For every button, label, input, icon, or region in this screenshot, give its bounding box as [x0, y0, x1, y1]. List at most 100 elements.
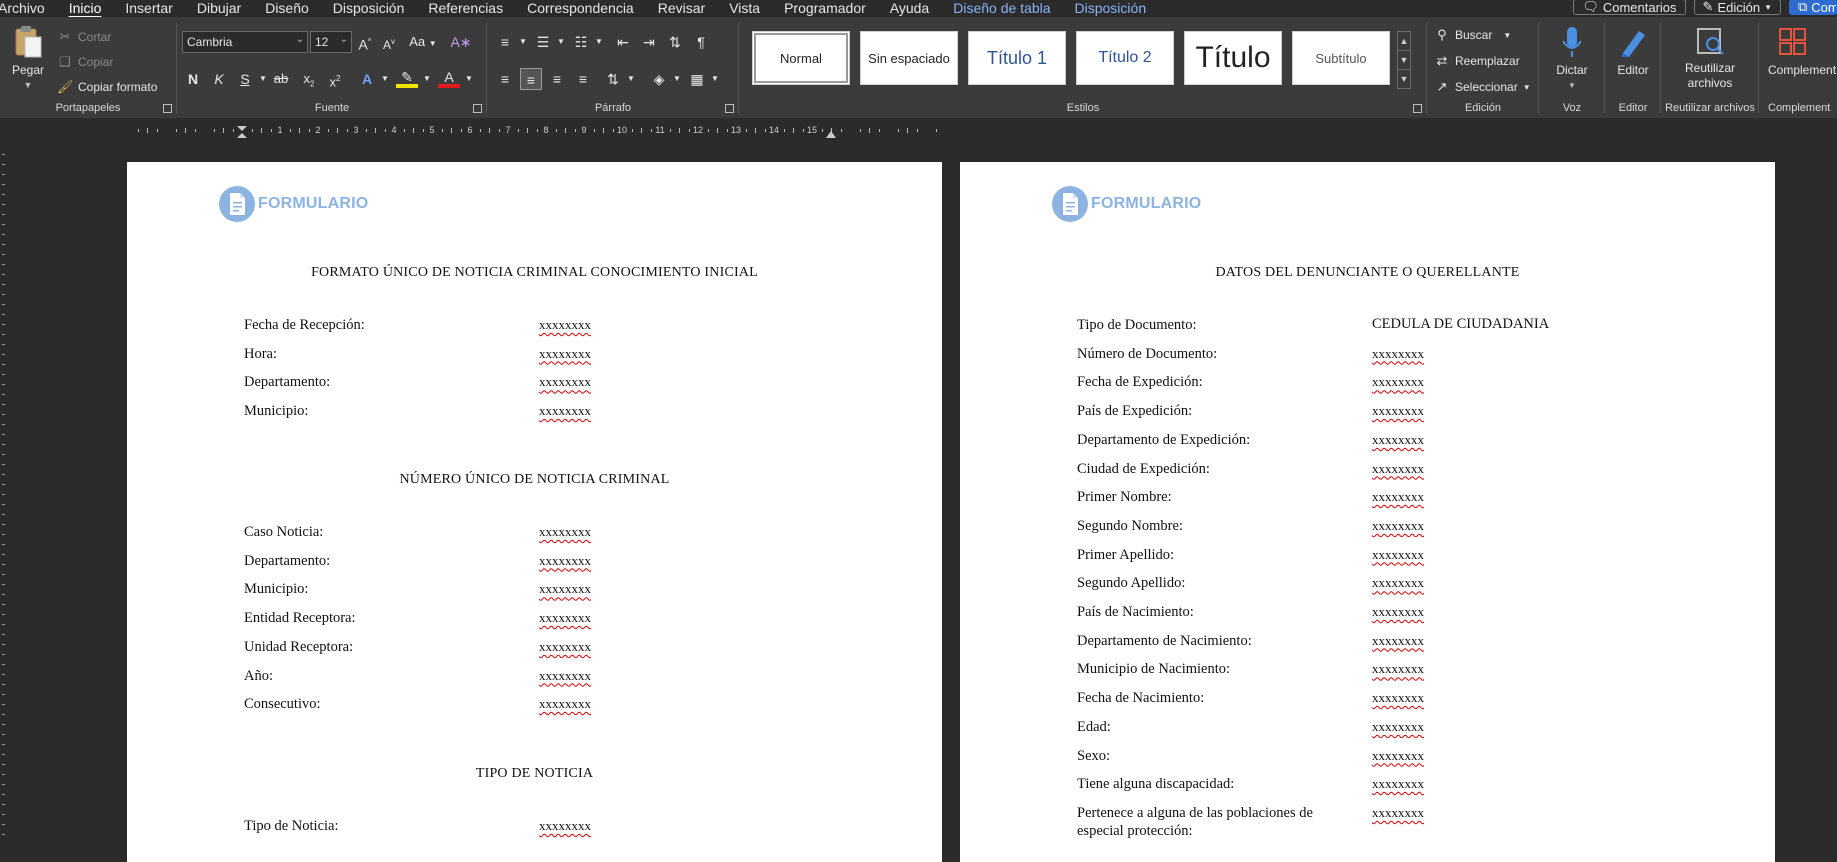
left-indent-marker[interactable] [237, 125, 247, 138]
strikethrough-button[interactable]: ab [270, 68, 292, 90]
field-value[interactable]: xxxxxxxx [539, 639, 591, 655]
menu-tab-3[interactable]: Dibujar [185, 1, 253, 15]
scroll-down-icon[interactable]: ▼ [1398, 51, 1410, 70]
editing-mode-button[interactable]: ✎ Edición ▼ [1693, 0, 1781, 15]
scroll-up-icon[interactable]: ▲ [1398, 32, 1410, 51]
field-value[interactable]: xxxxxxxx [1372, 403, 1424, 419]
decrease-indent-icon[interactable]: ⇤ [612, 31, 634, 53]
document-page-1[interactable]: FORMULARIO FORMATO ÚNICO DE NOTICIA CRIMI… [127, 162, 942, 862]
sort-icon[interactable]: ⇅ [664, 31, 686, 53]
justify-icon[interactable]: ≡ [572, 68, 594, 90]
field-value[interactable]: xxxxxxxx [1372, 776, 1424, 792]
menu-tab-6[interactable]: Referencias [416, 1, 515, 15]
field-value[interactable]: CEDULA DE CIUDADANIA [1372, 316, 1549, 333]
field-value[interactable]: xxxxxxxx [1372, 432, 1424, 448]
chevron-down-icon[interactable]: ▼ [458, 68, 480, 90]
menu-tab-1[interactable]: Inicio [57, 1, 114, 15]
reuse-files-button[interactable]: Reutilizar archivos [1662, 25, 1758, 91]
right-indent-marker[interactable] [826, 125, 836, 138]
field-value[interactable]: xxxxxxxx [1372, 690, 1424, 706]
field-value[interactable]: xxxxxxxx [539, 581, 591, 597]
style-no-spacing[interactable]: Sin espaciado [860, 31, 958, 85]
menu-tab-0[interactable]: Archivo [0, 1, 57, 15]
increase-indent-icon[interactable]: ⇥ [638, 31, 660, 53]
font-size-combo[interactable]: 12 ⌄ [310, 31, 352, 53]
align-right-icon[interactable]: ≡ [546, 68, 568, 90]
font-color-icon[interactable]: A [438, 68, 460, 88]
menu-tab-5[interactable]: Disposición [321, 1, 417, 15]
find-button[interactable]: ⚲ Buscar ▼ [1434, 27, 1511, 43]
menu-tab-7[interactable]: Correspondencia [515, 1, 646, 15]
field-value[interactable]: xxxxxxxx [539, 346, 591, 362]
field-value[interactable]: xxxxxxxx [539, 818, 591, 834]
share-button[interactable]: ⧉ Com [1789, 0, 1837, 15]
styles-launcher-icon[interactable] [1413, 104, 1422, 113]
style-subtitle[interactable]: Subtítulo [1292, 31, 1390, 85]
chevron-down-icon[interactable]: ▼ [620, 68, 642, 90]
chevron-down-icon[interactable]: ▼ [512, 31, 534, 53]
expand-gallery-icon[interactable]: ▼ [1398, 70, 1410, 89]
field-value[interactable]: xxxxxxxx [1372, 461, 1424, 477]
editor-button[interactable]: Editor [1606, 25, 1660, 78]
align-center-icon[interactable]: ≡ [520, 68, 542, 90]
field-value[interactable]: xxxxxxxx [539, 374, 591, 390]
menu-tab-10[interactable]: Programador [772, 1, 878, 15]
bold-button[interactable]: N [182, 68, 204, 90]
field-value[interactable]: xxxxxxxx [1372, 661, 1424, 677]
shrink-font-button[interactable]: Av [378, 31, 400, 53]
field-value[interactable]: xxxxxxxx [1372, 547, 1424, 563]
menu-tab-2[interactable]: Insertar [113, 1, 184, 15]
select-button[interactable]: ↗ Seleccionar ▼ [1434, 79, 1531, 95]
vertical-ruler[interactable] [0, 144, 8, 849]
grow-font-button[interactable]: A^ [354, 31, 376, 53]
field-value[interactable]: xxxxxxxx [1372, 719, 1424, 735]
font-family-combo[interactable]: Cambria ⌄ [182, 31, 308, 53]
menu-tab-4[interactable]: Diseño [253, 1, 321, 15]
field-value[interactable]: xxxxxxxx [1372, 633, 1424, 649]
chevron-down-icon[interactable]: ▼ [550, 31, 572, 53]
field-value[interactable]: xxxxxxxx [539, 668, 591, 684]
clear-formatting-icon[interactable]: A∗ [450, 31, 472, 53]
field-value[interactable]: xxxxxxxx [1372, 374, 1424, 390]
addins-button[interactable]: Complement [1768, 25, 1837, 78]
paste-button[interactable]: Pegar ▼ [10, 23, 46, 93]
dictate-button[interactable]: Dictar ▼ [1544, 25, 1600, 93]
field-value[interactable]: xxxxxxxx [539, 553, 591, 569]
field-value[interactable]: xxxxxxxx [539, 696, 591, 712]
chevron-down-icon[interactable]: ▼ [416, 68, 438, 90]
style-normal[interactable]: Normal [752, 31, 850, 85]
styles-gallery-scroll[interactable]: ▲ ▼ ▼ [1397, 31, 1411, 89]
contextual-tab-0[interactable]: Diseño de tabla [941, 1, 1062, 15]
pilcrow-icon[interactable]: ¶ [690, 31, 712, 53]
style-title[interactable]: Título [1184, 31, 1282, 85]
document-page-2[interactable]: FORMULARIO DATOS DEL DENUNCIANTE O QUEREL… [960, 162, 1775, 862]
field-value[interactable]: xxxxxxxx [1372, 346, 1424, 362]
field-value[interactable]: xxxxxxxx [1372, 604, 1424, 620]
field-value[interactable]: xxxxxxxx [1372, 805, 1424, 821]
change-case-button[interactable]: Aa ▼ [406, 31, 440, 53]
clipboard-launcher-icon[interactable] [163, 104, 172, 113]
style-heading1[interactable]: Título 1 [968, 31, 1066, 85]
chevron-down-icon[interactable]: ▼ [704, 68, 726, 90]
field-value[interactable]: xxxxxxxx [1372, 518, 1424, 534]
cut-button[interactable]: ✂ Cortar [57, 29, 112, 45]
contextual-tab-1[interactable]: Disposición [1063, 1, 1159, 15]
style-heading2[interactable]: Título 2 [1076, 31, 1174, 85]
highlight-icon[interactable]: ✎ [396, 68, 418, 88]
copy-button[interactable]: ❏ Copiar [57, 54, 113, 70]
replace-button[interactable]: ⇄ Reemplazar [1434, 53, 1520, 69]
format-painter-button[interactable]: 🖌 Copiar formato [57, 79, 157, 95]
subscript-button[interactable]: x2 [298, 68, 320, 90]
superscript-button[interactable]: x2 [324, 68, 346, 90]
menu-tab-11[interactable]: Ayuda [878, 1, 941, 15]
field-value[interactable]: xxxxxxxx [1372, 575, 1424, 591]
menu-tab-9[interactable]: Vista [717, 1, 772, 15]
menu-tab-8[interactable]: Revisar [646, 1, 717, 15]
font-launcher-icon[interactable] [473, 104, 482, 113]
field-value[interactable]: xxxxxxxx [539, 403, 591, 419]
paragraph-launcher-icon[interactable] [725, 104, 734, 113]
chevron-down-icon[interactable]: ▼ [374, 68, 396, 90]
italic-button[interactable]: K [208, 68, 230, 90]
chevron-down-icon[interactable]: ▼ [588, 31, 610, 53]
field-value[interactable]: xxxxxxxx [1372, 489, 1424, 505]
